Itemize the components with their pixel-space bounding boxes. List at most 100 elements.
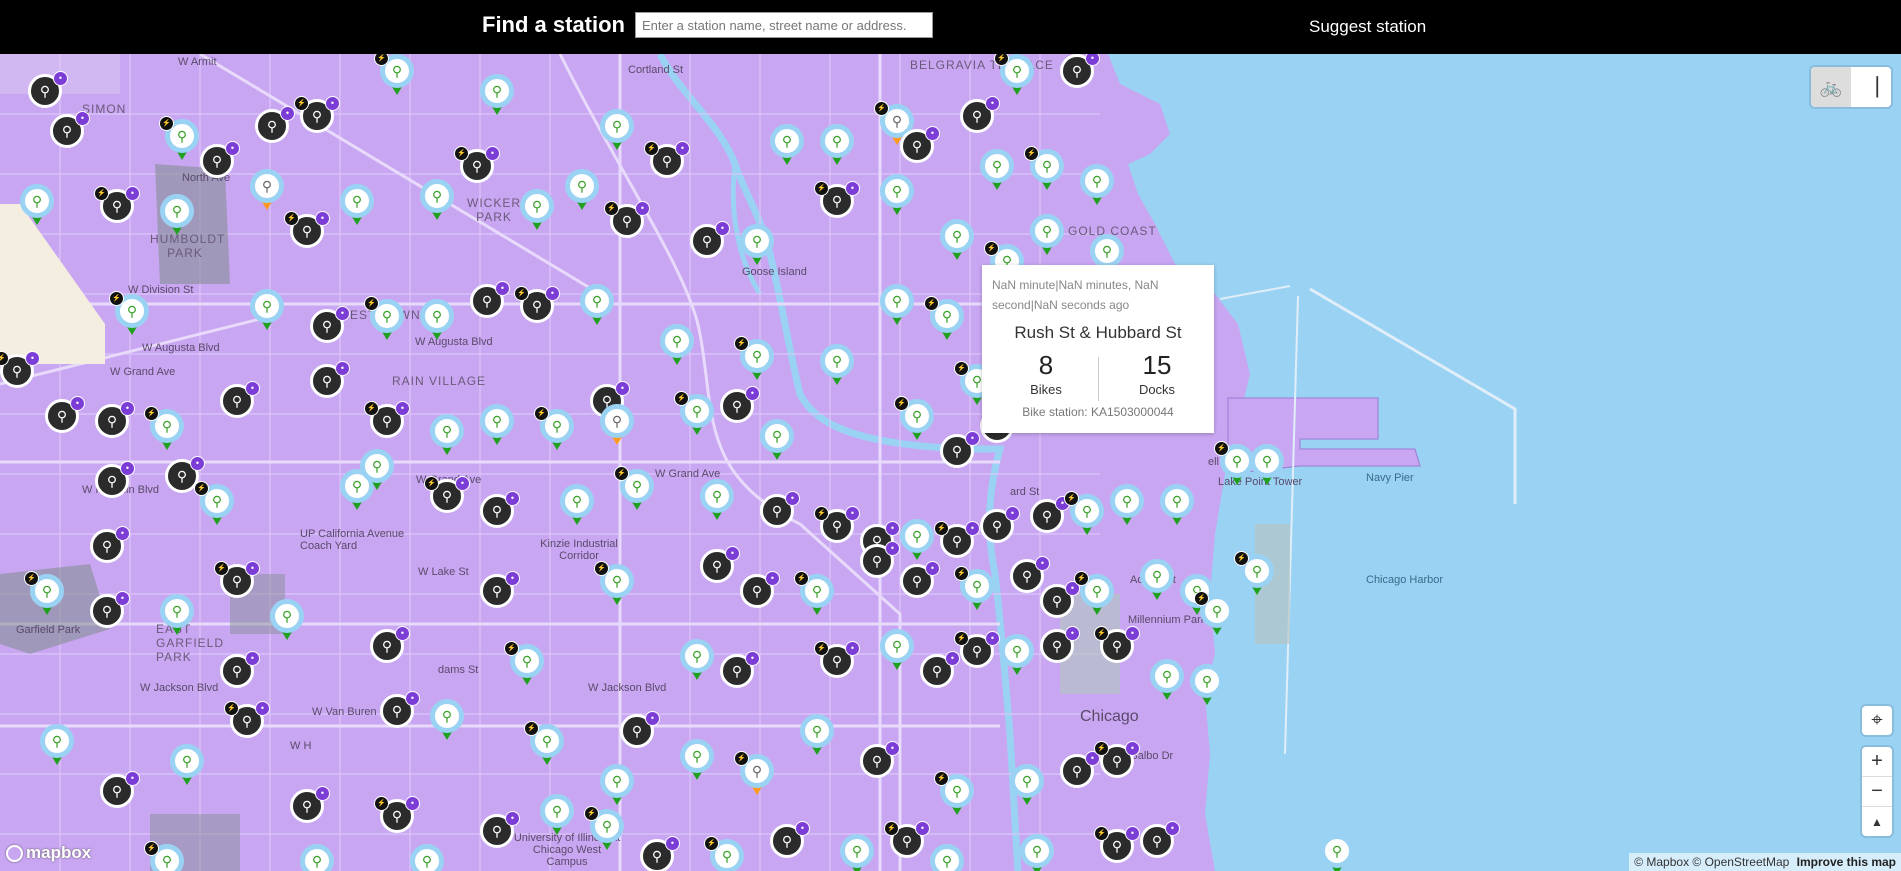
station-marker[interactable]: ⚲ ⚡ [374,54,414,98]
station-marker[interactable]: ⚲ • ⚡ [1094,741,1140,788]
station-marker[interactable]: ⚲• [310,306,350,353]
station-marker[interactable]: ⚲ [420,179,454,223]
station-marker[interactable]: ⚲ ⚡ [1064,491,1104,538]
station-marker[interactable]: ⚲ [1250,444,1284,488]
station-marker[interactable]: ⚲ ⚡ [1194,591,1234,638]
station-marker[interactable]: ⚲ [520,189,554,233]
station-marker[interactable]: ⚲ [680,639,714,683]
station-marker[interactable]: ⚲ ⚡ [1214,441,1254,488]
station-marker[interactable]: ⚲ [270,599,304,643]
station-marker[interactable]: ⚲ ⚡ [614,466,654,513]
compass-button[interactable]: ▲ [1862,806,1892,836]
station-marker[interactable]: ⚲• [470,281,510,328]
station-popup[interactable]: NaN minute|NaN minutes, NaN second|NaN s… [982,265,1214,433]
station-marker[interactable]: ⚲• [920,651,960,698]
station-marker[interactable]: ⚲ • ⚡ [374,796,420,843]
station-marker[interactable]: ⚲ ⚡ [144,841,184,871]
station-marker[interactable]: ⚲• [700,546,740,593]
station-marker[interactable]: ⚲ [1110,484,1144,528]
station-marker[interactable]: ⚲ • ⚡ [454,146,500,193]
station-marker[interactable]: ⚲• [900,561,940,608]
station-marker[interactable]: ⚲ [430,699,464,743]
station-marker[interactable]: ⚲ • ⚡ [604,201,650,248]
station-marker[interactable]: ⚲ [760,419,794,463]
station-marker[interactable]: ⚲ ⚡ [934,771,974,818]
station-marker[interactable]: ⚲• [860,541,900,588]
station-marker[interactable]: ⚲• [370,626,410,673]
station-marker[interactable]: ⚲ ⚡ [794,571,834,618]
station-marker[interactable]: ⚲ ⚡ [894,396,934,443]
station-marker[interactable]: ⚲• [720,386,760,433]
station-marker[interactable]: ⚲ [420,299,454,343]
station-marker[interactable]: ⚲ ⚡ [734,751,774,798]
station-marker[interactable]: ⚲ • ⚡ [814,641,860,688]
station-marker[interactable]: ⚲ [980,149,1014,193]
attribution-text[interactable]: © Mapbox © OpenStreetMap [1634,855,1789,869]
station-marker[interactable]: ⚲ [1160,484,1194,528]
station-marker[interactable]: ⚲ [600,109,634,153]
station-marker[interactable]: ⚲ • ⚡ [934,521,980,568]
station-marker[interactable]: ⚲ [1000,634,1034,678]
station-marker[interactable]: ⚲• [220,381,260,428]
station-marker[interactable]: ⚲• [480,571,520,618]
station-marker[interactable]: ⚲• [95,401,135,448]
station-marker[interactable]: ⚲• [255,106,295,153]
station-marker[interactable]: ⚲ [930,844,964,871]
station-marker[interactable]: ⚲• [310,361,350,408]
station-marker[interactable]: ⚲ [560,484,594,528]
map-canvas[interactable]: BELGRAVIA TERRACE Cortland St W Armit SI… [0,54,1901,871]
station-marker[interactable]: ⚲ [480,74,514,118]
station-marker[interactable]: ⚲ [820,344,854,388]
station-marker[interactable]: ⚲ ⚡ [994,54,1034,98]
station-marker[interactable]: ⚲• [380,691,420,738]
station-marker[interactable]: ⚲ • ⚡ [1094,626,1140,673]
station-marker[interactable]: ⚲ [480,404,514,448]
station-marker[interactable]: ⚲ ⚡ [364,296,404,343]
station-marker[interactable]: ⚲• [480,491,520,538]
improve-map-link[interactable]: Improve this map [1797,855,1896,869]
station-marker[interactable]: ⚲ [565,169,599,213]
station-marker[interactable]: ⚲ [1080,164,1114,208]
station-marker[interactable]: ⚲ • ⚡ [214,561,260,608]
station-marker[interactable]: ⚲• [900,126,940,173]
station-marker[interactable]: ⚲• [860,741,900,788]
station-marker[interactable]: ⚲• [95,461,135,508]
station-marker[interactable]: ⚲• [1140,821,1180,868]
station-marker[interactable]: ⚲ ⚡ [704,836,744,871]
station-marker[interactable]: ⚲ ⚡ [194,481,234,528]
station-marker[interactable]: ⚲ ⚡ [584,806,624,853]
station-marker[interactable]: ⚲• [45,396,85,443]
station-marker[interactable]: ⚲ • ⚡ [884,821,930,868]
station-marker[interactable]: ⚲ • ⚡ [644,141,690,188]
station-marker[interactable]: ⚲• [1040,626,1080,673]
station-marker[interactable]: ⚲ ⚡ [924,296,964,343]
station-marker[interactable]: ⚲ • ⚡ [1094,826,1140,871]
station-marker[interactable]: ⚲ ⚡ [159,116,199,163]
station-marker[interactable]: ⚲• [1040,581,1080,628]
station-marker[interactable]: ⚲ • ⚡ [294,96,340,143]
station-marker[interactable]: ⚲• [770,821,810,868]
station-marker[interactable]: ⚲ ⚡ [674,391,714,438]
station-marker[interactable]: ⚲ [360,449,394,493]
station-marker[interactable]: ⚲• [165,456,205,503]
station-marker[interactable]: ⚲ [940,219,974,263]
station-marker[interactable]: ⚲• [50,111,90,158]
station-marker[interactable]: ⚲ ⚡ [24,571,64,618]
station-marker[interactable]: ⚲ • ⚡ [424,476,470,523]
station-marker[interactable]: ⚲ [20,184,54,228]
station-marker[interactable]: ⚲ [340,184,374,228]
locate-map-icon[interactable]: ⌖ [1862,706,1892,735]
station-marker[interactable]: ⚲ [540,794,574,838]
station-marker[interactable]: ⚲ [300,844,334,871]
station-marker[interactable]: ⚲• [940,431,980,478]
station-marker[interactable]: ⚲ ⚡ [954,566,994,613]
station-marker[interactable]: ⚲• [1060,54,1100,98]
station-marker[interactable]: ⚲• [690,221,730,268]
station-marker[interactable]: ⚲ [880,174,914,218]
station-marker[interactable]: ⚲• [90,526,130,573]
station-marker[interactable]: ⚲• [290,786,330,833]
station-marker[interactable]: ⚲ ⚡ [1234,551,1274,598]
station-marker[interactable]: ⚲• [200,141,240,188]
station-marker[interactable]: ⚲ [250,169,284,213]
station-marker[interactable]: ⚲ [900,519,934,563]
